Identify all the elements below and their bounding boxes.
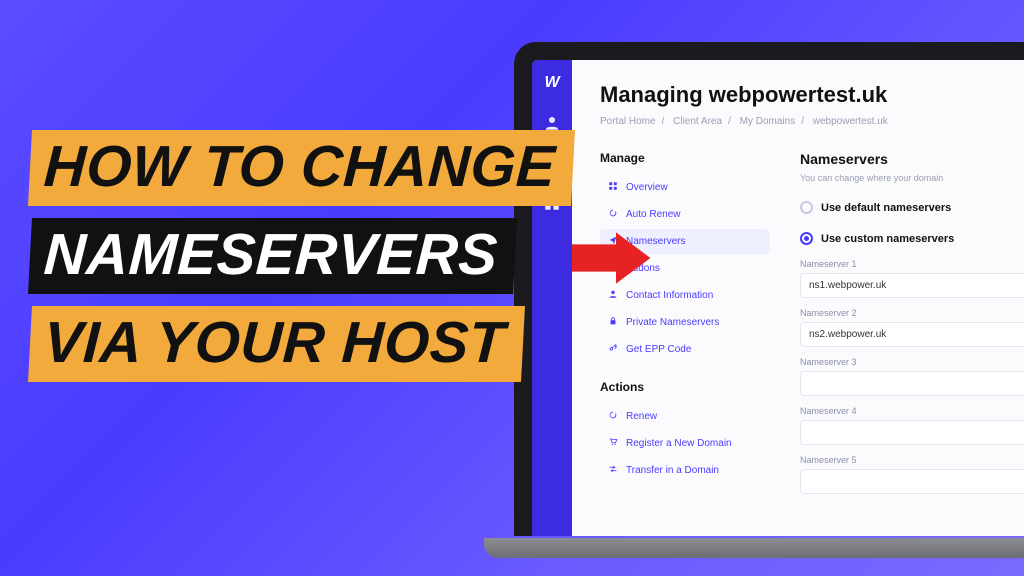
nameserver-input-1[interactable]: [800, 273, 1024, 298]
laptop-base: [484, 538, 1024, 558]
sidebar-item-renew[interactable]: Renew: [600, 404, 770, 429]
radio-icon: [800, 232, 813, 245]
lock-icon: [608, 316, 618, 329]
sidebar-heading-manage: Manage: [600, 151, 770, 165]
sidebar-heading-actions: Actions: [600, 380, 770, 394]
title-line-2: NAMESERVERS: [28, 218, 517, 294]
stage: HOW TO CHANGE NAMESERVERS VIA YOUR HOST …: [0, 0, 1024, 576]
sidebar-item-label: Overview: [626, 182, 668, 193]
sidebar-item-get-epp-code[interactable]: Get EPP Code: [600, 337, 770, 362]
nameserver-label: Nameserver 4: [800, 406, 1024, 416]
nameserver-field-2: Nameserver 2: [800, 308, 1024, 347]
sidebar-item-label: Contact Information: [626, 290, 713, 301]
sidebar-item-transfer-in-a-domain[interactable]: Transfer in a Domain: [600, 458, 770, 483]
panel-subtext: You can change where your domain: [800, 173, 1024, 183]
sidebar-item-auto-renew[interactable]: Auto Renew: [600, 202, 770, 227]
nameserver-input-5[interactable]: [800, 469, 1024, 494]
key-icon: [608, 343, 618, 356]
title-line-1: HOW TO CHANGE: [28, 130, 575, 206]
nameserver-label: Nameserver 1: [800, 259, 1024, 269]
app-logo: W: [544, 74, 559, 92]
laptop-screen: W Managing webpowertest.uk Portal Home/ …: [532, 60, 1024, 536]
nameserver-label: Nameserver 2: [800, 308, 1024, 318]
refresh-icon: [608, 208, 618, 221]
sidebar-item-label: Renew: [626, 411, 657, 422]
sidebar-item-label: Transfer in a Domain: [626, 465, 719, 476]
crumb-3[interactable]: My Domains: [740, 116, 796, 127]
sidebar: Manage OverviewAuto RenewNameserversAddo…: [600, 151, 770, 494]
panel-heading: Nameservers: [800, 151, 1024, 167]
nameserver-field-4: Nameserver 4: [800, 406, 1024, 445]
radio-default-label: Use default nameservers: [821, 202, 951, 214]
nameserver-label: Nameserver 3: [800, 357, 1024, 367]
crumb-1[interactable]: Portal Home: [600, 116, 656, 127]
radio-icon: [800, 201, 813, 214]
nameserver-field-3: Nameserver 3: [800, 357, 1024, 396]
breadcrumb: Portal Home/ Client Area/ My Domains/ we…: [600, 116, 1024, 127]
refresh-icon: [608, 410, 618, 423]
nameserver-field-1: Nameserver 1: [800, 259, 1024, 298]
radio-custom-label: Use custom nameservers: [821, 233, 954, 245]
radio-custom-nameservers[interactable]: Use custom nameservers: [800, 232, 1024, 245]
arrow-icon: [572, 230, 652, 291]
radio-default-nameservers[interactable]: Use default nameservers: [800, 201, 1024, 214]
sidebar-item-label: Private Nameservers: [626, 317, 719, 328]
title-line-3: VIA YOUR HOST: [28, 306, 525, 382]
nameserver-input-4[interactable]: [800, 420, 1024, 445]
nameserver-input-2[interactable]: [800, 322, 1024, 347]
sidebar-item-label: Auto Renew: [626, 209, 680, 220]
transfer-icon: [608, 464, 618, 477]
crumb-2[interactable]: Client Area: [673, 116, 722, 127]
sidebar-item-overview[interactable]: Overview: [600, 175, 770, 200]
sidebar-item-private-nameservers[interactable]: Private Nameservers: [600, 310, 770, 335]
title-overlay: HOW TO CHANGE NAMESERVERS VIA YOUR HOST: [30, 130, 573, 382]
app-main: Managing webpowertest.uk Portal Home/ Cl…: [572, 60, 1024, 536]
nameservers-panel: Nameservers You can change where your do…: [800, 151, 1024, 494]
nameserver-label: Nameserver 5: [800, 455, 1024, 465]
grid-icon: [608, 181, 618, 194]
page-title: Managing webpowertest.uk: [600, 82, 1024, 108]
nameserver-field-5: Nameserver 5: [800, 455, 1024, 494]
sidebar-item-register-a-new-domain[interactable]: Register a New Domain: [600, 431, 770, 456]
sidebar-item-label: Get EPP Code: [626, 344, 691, 355]
sidebar-item-label: Register a New Domain: [626, 438, 732, 449]
cart-icon: [608, 437, 618, 450]
nameserver-input-3[interactable]: [800, 371, 1024, 396]
crumb-4: webpowertest.uk: [813, 116, 888, 127]
